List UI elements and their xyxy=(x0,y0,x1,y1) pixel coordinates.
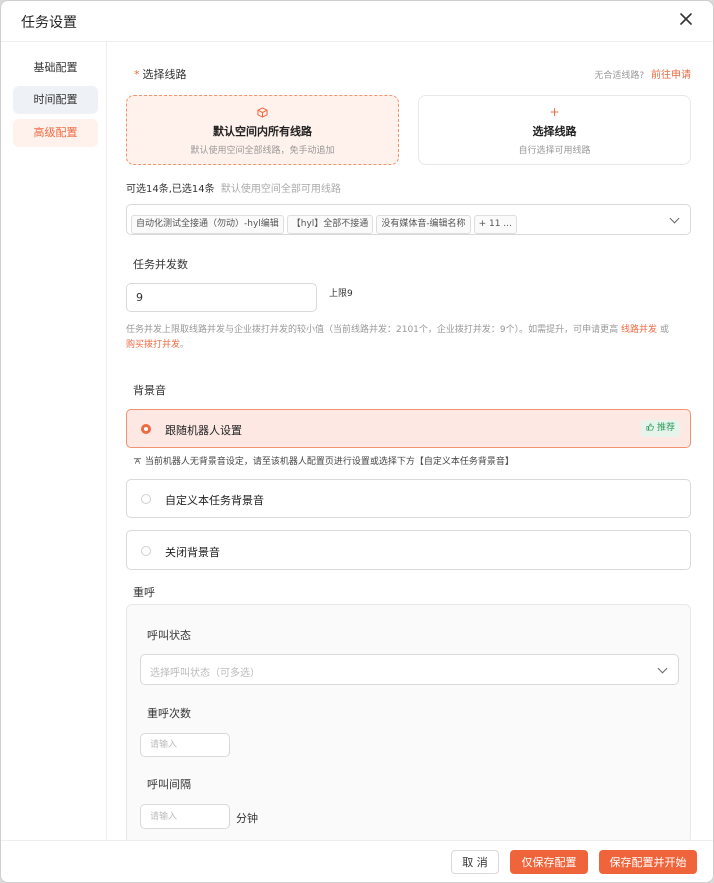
line-count-row: 可选14条,已选14条 默认使用空间全部可用线路 xyxy=(126,180,341,195)
line-tag: 自动化测试全接通（勿动）-hyl编辑 xyxy=(131,215,284,234)
sidebar-item-basic[interactable]: 基础配置 xyxy=(13,54,98,82)
concurrency-input[interactable] xyxy=(126,283,317,312)
dialog-footer: 取 消 仅保存配置 保存配置并开始 xyxy=(1,840,713,882)
bg-notice: 当前机器人无背景音设定，请至该机器人配置页进行设置或选择下方【自定义本任务背景音… xyxy=(133,454,514,467)
required-mark: * xyxy=(134,68,140,81)
cancel-button[interactable]: 取 消 xyxy=(451,850,499,874)
bg-sound-label: 背景音 xyxy=(133,384,166,397)
save-only-button[interactable]: 仅保存配置 xyxy=(510,850,588,874)
bg-option-label: 自定义本任务背景音 xyxy=(165,494,264,507)
interval-unit: 分钟 xyxy=(236,812,258,825)
card-select-lines[interactable]: + 选择线路 自行选择可用线路 xyxy=(418,95,691,165)
concurrency-label: 任务并发数 xyxy=(133,258,188,271)
line-tag: 【hyl】全部不接通 xyxy=(286,215,374,234)
redial-panel: 呼叫状态 选择呼叫状态（可多选） 重呼次数 呼叫间隔 分钟 xyxy=(126,604,691,844)
bg-option-follow-robot[interactable]: 跟随机器人设置 推荐 xyxy=(126,409,691,448)
call-status-label: 呼叫状态 xyxy=(147,629,191,642)
task-settings-dialog: 任务设置 基础配置 时间配置 高级配置 * 选择线路 无合适线路? 前往申请 默认… xyxy=(0,0,714,883)
card-all-lines[interactable]: 默认空间内所有线路 默认使用空间全部线路，免手动追加 xyxy=(126,95,399,165)
bg-option-custom[interactable]: 自定义本任务背景音 xyxy=(126,479,691,518)
recommend-badge: 推荐 xyxy=(641,420,680,437)
line-concurrency-link[interactable]: 线路并发 xyxy=(621,325,657,335)
info-icon xyxy=(133,458,142,464)
buy-concurrency-link[interactable]: 购买拨打并发 xyxy=(126,340,180,350)
radio-off[interactable] xyxy=(141,546,151,556)
call-status-placeholder: 选择呼叫状态（可多选） xyxy=(150,668,260,679)
close-icon[interactable] xyxy=(677,10,695,28)
sidebar-item-time[interactable]: 时间配置 xyxy=(13,86,98,114)
chevron-down-icon[interactable] xyxy=(669,213,680,224)
call-interval-label: 呼叫间隔 xyxy=(147,778,191,791)
card-select-title: 选择线路 xyxy=(532,125,577,138)
box-icon xyxy=(127,107,398,121)
line-tag: 没有媒体音-编辑名称 xyxy=(376,215,471,234)
lines-section-label: * 选择线路 xyxy=(134,68,187,81)
radio-custom[interactable] xyxy=(141,494,151,504)
bg-option-label: 关闭背景音 xyxy=(165,546,220,559)
dialog-header: 任务设置 xyxy=(1,1,713,42)
call-interval-input[interactable] xyxy=(140,804,230,829)
selected-line-tags: 自动化测试全接通（勿动）-hyl编辑 【hyl】全部不接通 没有媒体音-编辑名称 + … xyxy=(131,211,520,234)
card-all-title: 默认空间内所有线路 xyxy=(213,125,312,138)
call-status-select[interactable]: 选择呼叫状态（可多选） xyxy=(140,654,679,685)
bg-option-label: 跟随机器人设置 xyxy=(165,424,242,437)
chevron-down-icon[interactable] xyxy=(657,663,668,674)
sidebar-item-advanced[interactable]: 高级配置 xyxy=(13,119,98,147)
line-count: 可选14条,已选14条 xyxy=(126,184,215,195)
card-all-desc: 默认使用空间全部线路，免手动追加 xyxy=(190,146,335,156)
thumb-up-icon xyxy=(646,423,654,431)
save-and-start-button[interactable]: 保存配置并开始 xyxy=(599,850,697,874)
radio-follow-robot[interactable] xyxy=(141,424,151,434)
apply-link[interactable]: 前往申请 xyxy=(651,70,691,81)
concurrency-limit: 上限9 xyxy=(329,289,353,299)
apply-line-row: 无合适线路? 前往申请 xyxy=(594,66,691,81)
more-lines-tag[interactable]: + 11 ... xyxy=(473,215,517,234)
plus-icon: + xyxy=(549,105,560,119)
card-select-desc: 自行选择可用线路 xyxy=(518,146,591,156)
concurrency-hint: 任务并发上限取线路并发与企业拨打并发的较小值（当前线路并发：2101个，企业拨打… xyxy=(126,325,669,350)
redial-label: 重呼 xyxy=(133,586,155,599)
redial-times-label: 重呼次数 xyxy=(147,707,191,720)
no-fit-text: 无合适线路? xyxy=(594,71,645,81)
dialog-title: 任务设置 xyxy=(21,15,77,31)
sidebar: 基础配置 时间配置 高级配置 xyxy=(1,42,107,840)
line-count-hint: 默认使用空间全部可用线路 xyxy=(220,184,341,195)
main-content: * 选择线路 无合适线路? 前往申请 默认空间内所有线路 默认使用空间全部线路，免… xyxy=(107,42,713,844)
line-select[interactable]: 自动化测试全接通（勿动）-hyl编辑 【hyl】全部不接通 没有媒体音-编辑名称 + … xyxy=(126,204,691,235)
bg-option-off[interactable]: 关闭背景音 xyxy=(126,530,691,570)
redial-times-input[interactable] xyxy=(140,733,230,757)
